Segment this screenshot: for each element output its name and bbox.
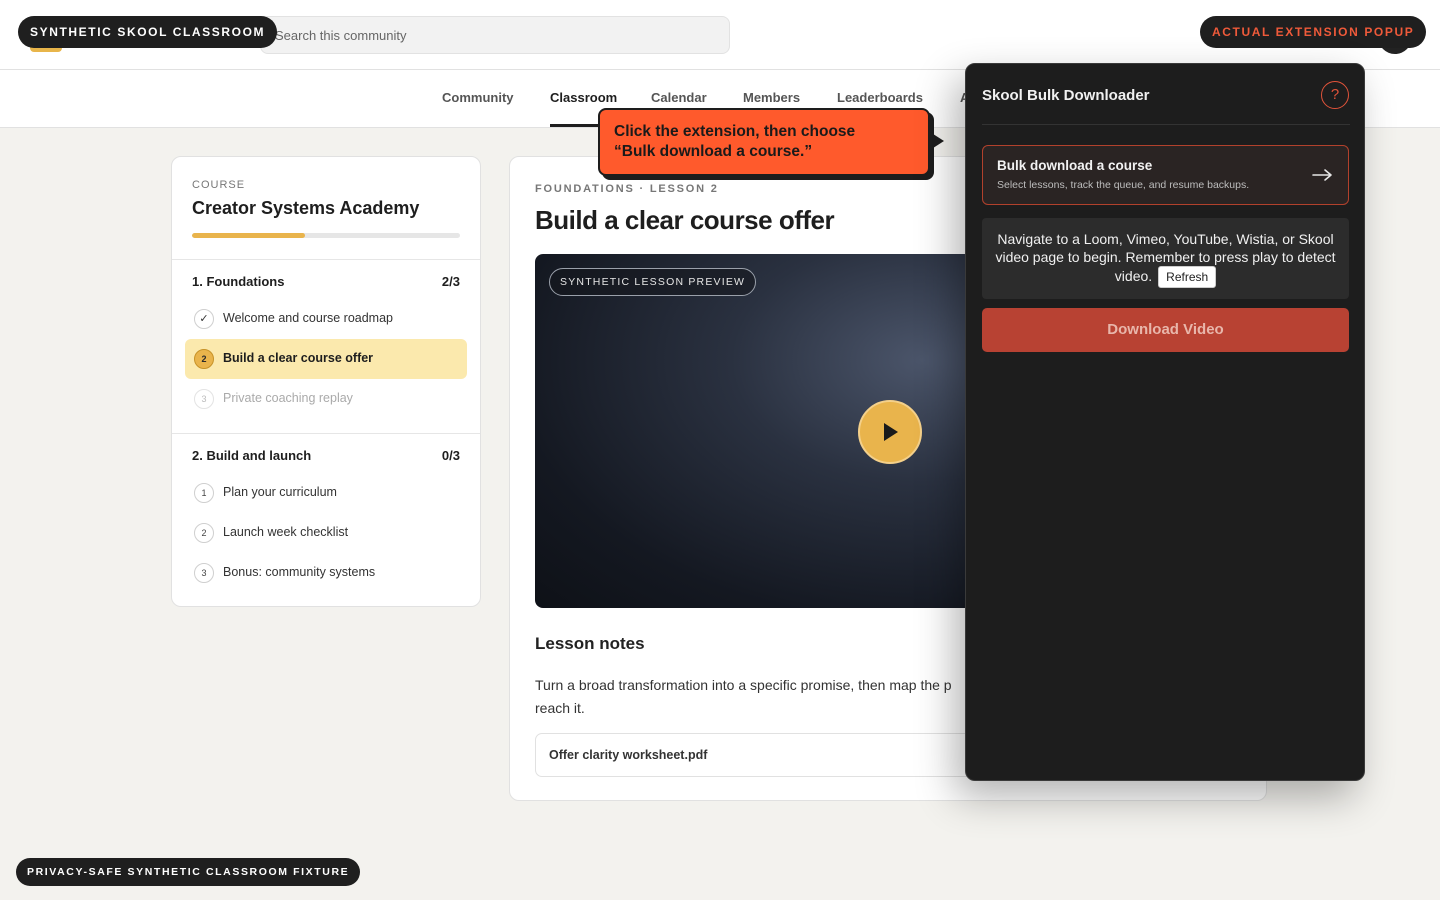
lesson-title: Build a clear course offer [535,205,835,235]
section-count: 0/3 [441,448,460,463]
bulk-download-button[interactable]: Bulk download a course Select lessons, t… [982,145,1349,205]
lesson-kicker: FOUNDATIONS · LESSON 2 [535,183,719,195]
check-icon: ✓ [194,309,214,329]
lesson-item[interactable]: 3 Bonus: community systems [185,553,467,593]
lesson-label: Welcome and course roadmap [223,311,393,325]
section-title[interactable]: 2. Build and launch [192,448,311,463]
info-message: Navigate to a Loom, Vimeo, YouTube, Wist… [982,218,1349,299]
play-icon [884,423,898,441]
callout-arrow [930,132,944,150]
section-title[interactable]: 1. Foundations [192,274,284,289]
lesson-label: Build a clear course offer [223,351,374,365]
instruction-callout: Click the extension, then choose “Bulk d… [598,108,930,176]
lesson-item-active[interactable]: 2 Build a clear course offer [185,339,467,379]
divider [982,124,1350,125]
lesson-label: Plan your curriculum [223,485,337,499]
brand-pill: SYNTHETIC SKOOL CLASSROOM [18,16,278,48]
extension-popup: Skool Bulk Downloader ? Bulk download a … [965,63,1365,781]
bulk-download-title: Bulk download a course [997,158,1153,173]
lesson-label: Launch week checklist [223,525,349,539]
notes-title: Lesson notes [535,634,645,653]
search-input[interactable] [261,17,729,53]
section-count: 2/3 [441,274,460,289]
attachment-name: Offer clarity worksheet.pdf [549,748,708,762]
callout-line: Click the extension, then choose [614,123,856,140]
course-progress-fill [192,233,305,238]
lesson-item-locked[interactable]: 3 Private coaching replay [185,379,467,419]
course-title: Creator Systems Academy [192,198,420,218]
lesson-item[interactable]: 1 Plan your curriculum [185,473,467,513]
bulk-download-subtitle: Select lessons, track the queue, and res… [997,179,1250,191]
lesson-number: 3 [194,389,214,409]
tab-members[interactable]: Members [743,90,800,105]
lesson-number: 1 [194,483,214,503]
tab-community[interactable]: Community [442,90,514,105]
lesson-number: 2 [194,523,214,543]
lesson-number: 3 [194,563,214,583]
divider [172,433,480,434]
popup-title: Skool Bulk Downloader [982,87,1150,104]
lesson-label: Bonus: community systems [223,565,376,579]
extension-pill: ACTUAL EXTENSION POPUP [1200,16,1427,48]
arrow-right-icon [1312,169,1332,181]
download-video-button[interactable]: Download Video [982,308,1349,352]
divider [172,259,480,260]
tab-classroom[interactable]: Classroom [550,90,617,105]
lesson-number: 2 [194,349,214,369]
refresh-button[interactable]: Refresh [1158,266,1217,288]
fixture-pill: PRIVACY-SAFE SYNTHETIC CLASSROOM FIXTURE [16,858,361,886]
tab-calendar[interactable]: Calendar [651,90,707,105]
lesson-item[interactable]: ✓ Welcome and course roadmap [185,299,467,339]
course-sidebar: COURSE Creator Systems Academy 1. Founda… [171,156,481,607]
lesson-label: Private coaching replay [223,391,353,405]
lesson-item[interactable]: 2 Launch week checklist [185,513,467,553]
help-button[interactable]: ? [1321,81,1349,109]
search-bar[interactable] [260,16,730,54]
tab-leaderboards[interactable]: Leaderboards [837,90,923,105]
play-button[interactable] [858,400,922,464]
callout-line: “Bulk download a course.” [614,143,813,160]
video-badge: SYNTHETIC LESSON PREVIEW [549,268,757,296]
course-progress-bar [192,233,460,238]
course-kicker: COURSE [192,179,246,191]
